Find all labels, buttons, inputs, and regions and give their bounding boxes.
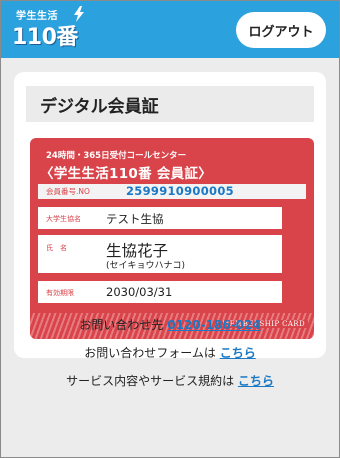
terms-line: サービス内容やサービス規約は こちら [0, 372, 340, 389]
call-center-text: 24時間・365日受付コールセンター [46, 151, 187, 161]
member-number-label: 会員番号.NO [46, 187, 90, 196]
university-value: テスト生協 [106, 212, 164, 226]
logo-main-text: 110番 [12, 25, 78, 50]
content-area: デジタル会員証 24時間・365日受付コールセンター 〈学生生活110番 会員証… [0, 58, 340, 458]
contact-form-label: お問い合わせフォームは [84, 346, 216, 360]
member-number-value: 2599910900005 [126, 184, 234, 198]
terms-link[interactable]: こちら [238, 374, 274, 388]
terms-label: サービス内容やサービス規約は [66, 374, 235, 388]
expiry-field: 有効期限 2030/03/31 [38, 281, 282, 303]
contact-phone-line: お問い合わせ先 0120-186-024 [0, 316, 340, 333]
expiry-label: 有効期限 [46, 289, 74, 297]
name-label: 氏 名 [46, 244, 67, 252]
app-logo[interactable]: 学生生活 110番 [12, 6, 94, 50]
contact-form-line: お問い合わせフォームは こちら [0, 344, 340, 361]
university-field: 大学生協名 テスト生協 [38, 207, 282, 229]
membership-card: 24時間・365日受付コールセンター 〈学生生活110番 会員証〉 会員番号.N… [30, 138, 314, 339]
name-field: 氏 名 生協花子 (セイキョウハナコ) [38, 235, 282, 273]
contact-form-link[interactable]: こちら [220, 346, 256, 360]
contact-phone-label: お問い合わせ先 [79, 318, 164, 332]
card-service-name: 〈学生生活110番 会員証〉 [40, 166, 213, 182]
contact-phone-link[interactable]: 0120-186-024 [167, 318, 260, 332]
university-label: 大学生協名 [46, 215, 81, 223]
lightning-bolt-icon [74, 6, 84, 22]
expiry-value: 2030/03/31 [106, 285, 173, 299]
page-title: デジタル会員証 [26, 86, 314, 122]
member-number-row: 会員番号.NO 2599910900005 [38, 184, 306, 199]
logout-button[interactable]: ログアウト [236, 12, 326, 48]
app-header: 学生生活 110番 ログアウト [0, 0, 340, 58]
name-kana-value: (セイキョウハナコ) [106, 261, 186, 271]
